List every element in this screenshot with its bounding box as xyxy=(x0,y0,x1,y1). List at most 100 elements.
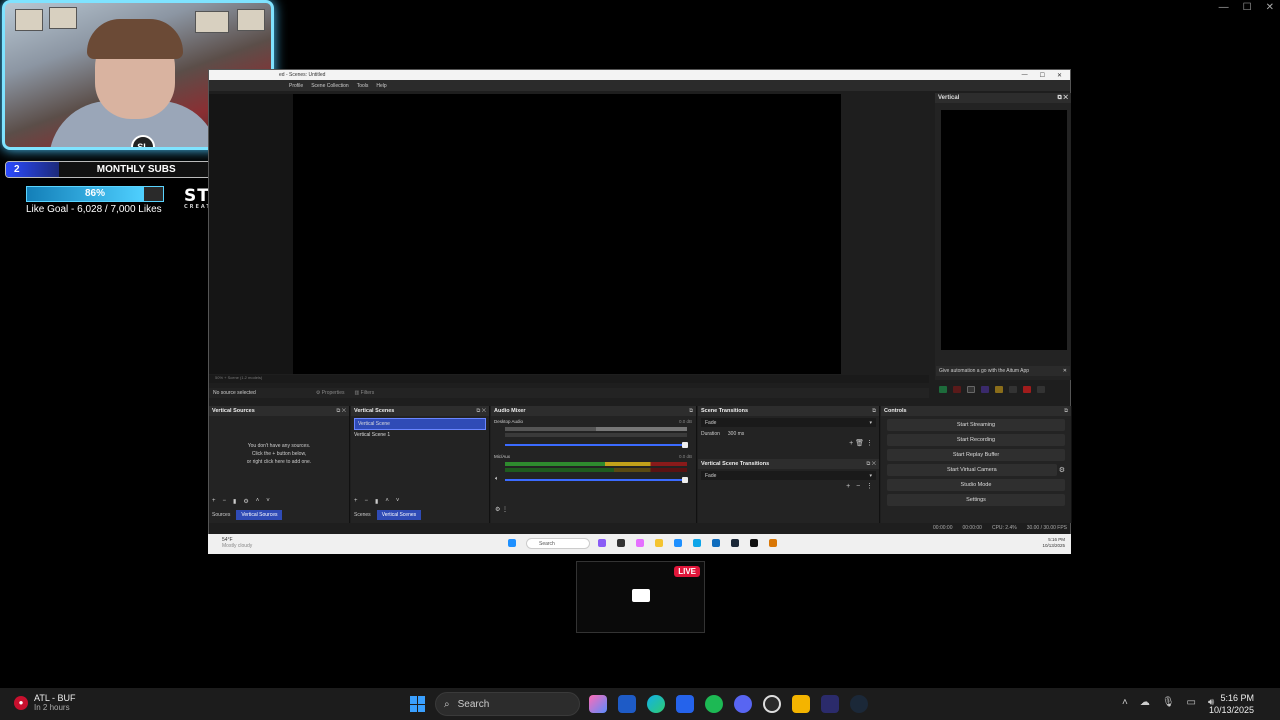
move-up-icon[interactable]: ˄ xyxy=(256,498,260,505)
weather-widget[interactable]: 54°F Mostly cloudy xyxy=(222,537,252,549)
start-replay-buffer-button[interactable]: Start Replay Buffer xyxy=(887,449,1065,461)
delete-transition-icon[interactable]: 🗑︎ xyxy=(855,440,864,447)
app-icon[interactable] xyxy=(769,539,777,547)
maximize-icon[interactable]: ☐ xyxy=(1243,2,1252,13)
dock-float-icon[interactable]: ⧉ xyxy=(872,408,876,414)
source-properties-icon[interactable]: ▮ xyxy=(233,498,236,505)
move-down-icon[interactable]: ˅ xyxy=(266,498,270,505)
display-icon[interactable]: ▭ xyxy=(1187,697,1196,708)
tab-vertical-sources[interactable]: Vertical Sources xyxy=(236,510,283,520)
scene-item-vertical-scene[interactable]: Vertical Scene xyxy=(354,418,486,430)
start-streaming-button[interactable]: Start Streaming xyxy=(887,419,1065,431)
edge-icon[interactable] xyxy=(647,695,665,713)
tab-sources[interactable]: Sources xyxy=(212,512,230,518)
dock-float-icon[interactable]: ⧉ xyxy=(689,408,693,414)
desktop-audio-slider[interactable] xyxy=(505,442,688,448)
vertical-settings-icon[interactable] xyxy=(1009,386,1017,393)
add-transition-icon[interactable]: + xyxy=(849,440,853,447)
cloud-icon[interactable]: ☁ xyxy=(1140,697,1150,708)
microphone-icon[interactable]: 🎙︎ xyxy=(1162,697,1175,708)
vertical-panel-close-icon[interactable]: ⧉ ✕ xyxy=(1057,95,1068,101)
vertical-backtrack-icon[interactable] xyxy=(967,386,975,393)
menu-scene-collection[interactable]: Scene Collection xyxy=(311,83,349,89)
steam-icon[interactable] xyxy=(731,539,739,547)
mic-audio-slider[interactable] xyxy=(505,477,688,483)
spotify-icon[interactable] xyxy=(705,695,723,713)
start-recording-button[interactable]: Start Recording xyxy=(887,434,1065,446)
copilot-icon[interactable] xyxy=(598,539,606,547)
settings-button[interactable]: Settings xyxy=(887,494,1065,506)
add-scene-icon[interactable]: + xyxy=(354,498,358,505)
vertical-stream-icon[interactable] xyxy=(939,386,947,393)
chevron-up-icon[interactable]: ˄ xyxy=(1122,697,1128,708)
menu-help[interactable]: Help xyxy=(376,83,386,89)
dock-close-icon[interactable]: ⧉ ✕ xyxy=(476,408,486,414)
menu-tools[interactable]: Tools xyxy=(357,83,369,89)
menu-profile[interactable]: Profile xyxy=(289,83,303,89)
close-icon[interactable]: ✕ xyxy=(1266,2,1274,13)
obs-icon[interactable] xyxy=(763,695,781,713)
vertical-screenshot-icon[interactable] xyxy=(995,386,1003,393)
start-virtual-camera-button[interactable]: Start Virtual Camera xyxy=(887,464,1057,476)
scene-item-vertical-scene-1[interactable]: Vertical Scene 1 xyxy=(351,430,489,440)
vertical-record-icon[interactable] xyxy=(953,386,961,393)
windows-start-icon[interactable] xyxy=(410,696,426,712)
add-vertical-transition-icon[interactable]: + xyxy=(846,483,850,490)
taskbar-search[interactable]: ⌕ Search xyxy=(435,692,580,716)
ad-close-icon[interactable]: ✕ xyxy=(1063,368,1067,374)
vertical-transition-menu-icon[interactable]: ⋮ xyxy=(866,483,873,490)
copilot-icon[interactable] xyxy=(589,695,607,713)
edge-icon[interactable] xyxy=(693,539,701,547)
remove-scene-icon[interactable]: − xyxy=(365,498,369,505)
store-icon[interactable] xyxy=(676,695,694,713)
dock-close-icon[interactable]: ⧉ ✕ xyxy=(866,461,876,467)
word-icon[interactable] xyxy=(618,695,636,713)
transition-menu-icon[interactable]: ⋮ xyxy=(866,440,873,447)
remove-source-icon[interactable]: − xyxy=(223,498,227,505)
obs-minimize-icon[interactable]: — xyxy=(1022,72,1028,79)
remove-vertical-transition-icon[interactable]: − xyxy=(856,483,860,490)
vertical-chapter-icon[interactable] xyxy=(981,386,989,393)
tab-scenes[interactable]: Scenes xyxy=(354,512,371,518)
minimize-icon[interactable]: — xyxy=(1219,2,1229,13)
obs-close-icon[interactable]: ✕ xyxy=(1057,72,1062,79)
properties-button[interactable]: ⚙ Properties xyxy=(316,390,345,396)
studio-mode-button[interactable]: Studio Mode xyxy=(887,479,1065,491)
filters-button[interactable]: ▥ Filters xyxy=(354,390,374,396)
obs-maximize-icon[interactable]: ☐ xyxy=(1040,72,1045,79)
steam-icon[interactable] xyxy=(850,695,868,713)
obs-icon[interactable] xyxy=(750,539,758,547)
dock-close-icon[interactable]: ⧉ ✕ xyxy=(336,408,346,414)
app-icon[interactable] xyxy=(636,539,644,547)
duration-input[interactable]: 300 ms xyxy=(728,431,744,437)
add-source-icon[interactable]: + xyxy=(212,498,216,505)
vertical-menu-icon[interactable] xyxy=(1037,386,1045,393)
vertical-live-icon[interactable] xyxy=(1023,386,1031,393)
virtual-camera-settings-icon[interactable]: ⚙ xyxy=(1059,466,1065,474)
scene-up-icon[interactable]: ˄ xyxy=(385,498,389,505)
vertical-preview-canvas[interactable] xyxy=(941,110,1067,350)
main-preview-canvas[interactable] xyxy=(293,94,841,374)
windows-start-icon[interactable] xyxy=(508,539,516,547)
taskbar-clock[interactable]: 5:16 PM 10/13/2025 xyxy=(1209,692,1254,716)
live-preview-thumbnail[interactable]: LIVE xyxy=(576,561,705,633)
transition-select[interactable]: Fade ▾ xyxy=(701,418,876,427)
folder-icon[interactable] xyxy=(655,539,663,547)
word-icon[interactable] xyxy=(674,539,682,547)
scene-down-icon[interactable]: ˅ xyxy=(396,498,400,505)
mixer-settings-icon[interactable]: ⚙ ⋮ xyxy=(495,506,508,513)
sports-widget[interactable]: ● ATL - BUF In 2 hours xyxy=(14,693,76,712)
tab-vertical-scenes[interactable]: Vertical Scenes xyxy=(376,510,422,520)
source-settings-icon[interactable]: ⚙ xyxy=(243,498,248,505)
speaker-icon[interactable]: 🔈︎ xyxy=(495,476,499,483)
store-icon[interactable] xyxy=(712,539,720,547)
dock-float-icon[interactable]: ⧉ xyxy=(1064,408,1068,414)
sources-empty-message[interactable]: You don't have any sources. Click the + … xyxy=(209,442,349,466)
discord-icon[interactable] xyxy=(734,695,752,713)
file-explorer-icon[interactable] xyxy=(792,695,810,713)
captured-search[interactable]: Search xyxy=(526,538,590,549)
app-icon[interactable] xyxy=(617,539,625,547)
vertical-transition-select[interactable]: Fade ▾ xyxy=(701,471,876,480)
app-icon[interactable] xyxy=(821,695,839,713)
scene-filter-icon[interactable]: ▮ xyxy=(375,498,378,505)
